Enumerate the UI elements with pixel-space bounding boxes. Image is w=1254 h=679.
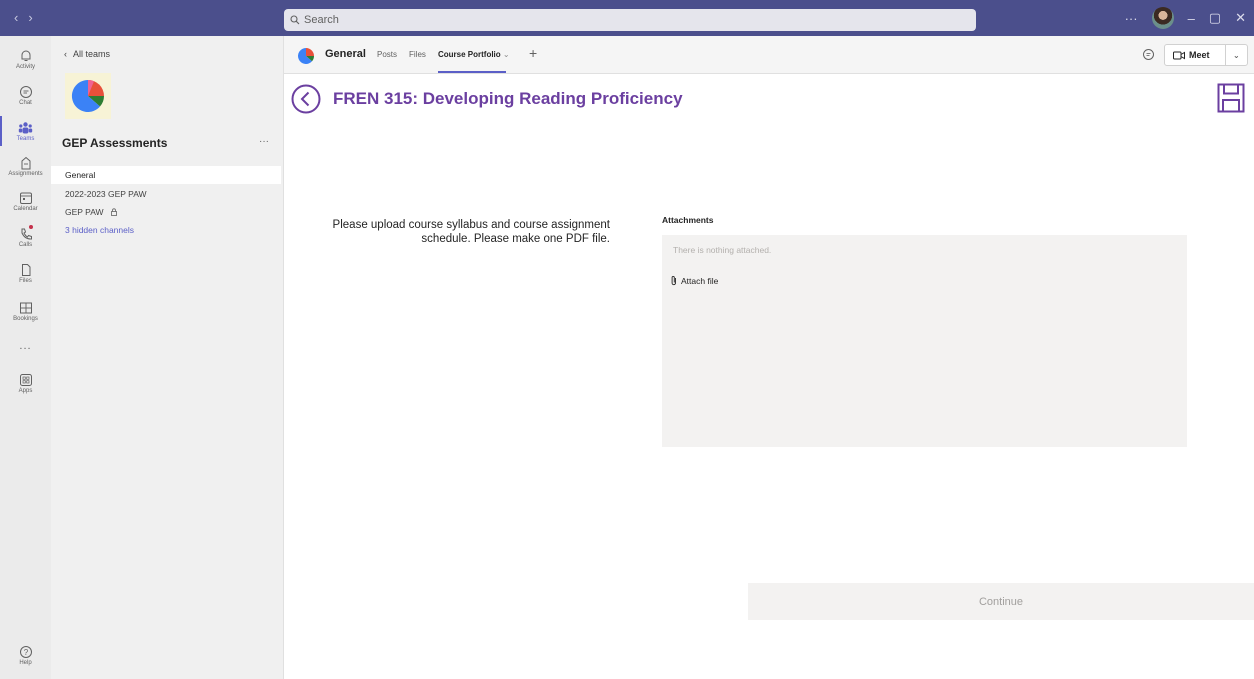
page-title: FREN 315: Developing Reading Proficiency — [333, 89, 683, 108]
channel-label: General — [65, 170, 96, 180]
rail-item-files[interactable]: Files — [0, 254, 51, 292]
rail-label-calls: Calls — [18, 241, 33, 248]
rail-item-calendar[interactable]: Calendar — [0, 182, 51, 220]
rail-label-bookings: Bookings — [13, 315, 38, 322]
channel-gep-paw[interactable]: GEP PAW — [51, 203, 281, 221]
search-placeholder: Search — [304, 14, 339, 26]
back-arrow-icon[interactable]: ‹ — [14, 10, 28, 25]
app-rail: Activity Chat Teams Assignments Calendar… — [0, 36, 51, 679]
rail-label-files: Files — [19, 277, 32, 284]
notification-dot — [29, 225, 33, 229]
rail-label-calendar: Calendar — [13, 205, 38, 212]
rail-item-assignments[interactable]: Assignments — [0, 147, 51, 185]
all-teams-link[interactable]: ‹ All teams — [64, 49, 110, 59]
title-bar: ‹› Search ··· – ▢ ✕ — [0, 0, 1254, 36]
rail-item-activity[interactable]: Activity — [0, 40, 51, 78]
rail-item-apps[interactable]: Apps — [0, 364, 51, 402]
active-tab-indicator — [438, 71, 506, 73]
bookings-icon — [19, 302, 32, 313]
channel-header: General Posts Files Course Portfolio ⌄ +… — [284, 36, 1254, 74]
save-icon[interactable] — [1217, 83, 1245, 113]
channel-title: General — [325, 48, 366, 60]
meet-now-button[interactable]: Meet — [1165, 45, 1226, 65]
rail-item-chat[interactable]: Chat — [0, 76, 51, 114]
pie-logo-icon — [71, 79, 104, 112]
channel-general[interactable]: General — [51, 166, 281, 184]
more-icon: ... — [19, 340, 32, 352]
tab-files[interactable]: Files — [409, 50, 426, 59]
more-options-icon[interactable]: ··· — [1125, 11, 1138, 26]
rail-label-apps: Apps — [18, 387, 33, 394]
meet-button[interactable]: Meet ⌄ — [1164, 44, 1248, 66]
file-icon — [21, 263, 30, 276]
maximize-icon[interactable]: ▢ — [1209, 10, 1221, 26]
teams-icon — [18, 121, 33, 133]
tab-posts[interactable]: Posts — [377, 50, 397, 59]
close-icon[interactable]: ✕ — [1235, 10, 1246, 26]
all-teams-label: All teams — [73, 49, 111, 59]
rail-item-bookings[interactable]: Bookings — [0, 292, 51, 330]
attach-file-button[interactable]: Attach file — [670, 275, 718, 286]
apps-icon — [19, 373, 32, 386]
tab-course-portfolio[interactable]: Course Portfolio ⌄ — [438, 50, 510, 59]
team-logo — [65, 73, 111, 119]
hidden-channels-link[interactable]: 3 hidden channels — [51, 221, 281, 239]
assignments-icon — [21, 156, 30, 169]
channel-label: 3 hidden channels — [65, 225, 135, 235]
rail-label-assignments: Assignments — [8, 170, 43, 177]
rail-label-help: Help — [19, 659, 32, 666]
minimize-icon[interactable]: – — [1188, 11, 1195, 26]
team-more-button[interactable]: ··· — [259, 136, 269, 147]
tab-course-portfolio-label: Course Portfolio — [438, 50, 501, 59]
avatar[interactable] — [1151, 7, 1174, 29]
channel-label: GEP PAW — [65, 207, 104, 217]
search-icon — [290, 15, 300, 25]
forward-arrow-icon[interactable]: › — [28, 10, 42, 25]
search-input[interactable]: Search — [284, 9, 976, 31]
rail-label-teams: Teams — [16, 135, 35, 142]
meet-label: Meet — [1189, 50, 1210, 60]
attachments-label: Attachments — [662, 215, 714, 225]
back-circle-icon[interactable] — [291, 84, 321, 114]
rail-label-activity: Activity — [15, 63, 35, 70]
help-icon: ? — [19, 645, 32, 658]
channel-label: 2022-2023 GEP PAW — [65, 189, 147, 199]
meet-options-chevron-icon[interactable]: ⌄ — [1226, 51, 1247, 60]
chat-icon — [19, 85, 32, 98]
chevron-down-icon: ⌄ — [502, 50, 510, 59]
attachments-box: There is nothing attached. Attach file — [662, 235, 1187, 447]
attach-file-label: Attach file — [681, 275, 719, 286]
rail-item-teams[interactable]: Teams — [0, 112, 51, 150]
rail-item-calls[interactable]: Calls — [0, 218, 51, 256]
history-nav[interactable]: ‹› — [14, 10, 43, 25]
upload-instructions: Please upload course syllabus and course… — [332, 219, 610, 245]
calendar-icon — [19, 192, 32, 204]
rail-label-chat: Chat — [19, 99, 32, 106]
attachments-empty-text: There is nothing attached. — [673, 245, 772, 255]
video-camera-icon — [1173, 51, 1185, 59]
main-content: FREN 315: Developing Reading Proficiency… — [284, 75, 1254, 679]
rail-item-help[interactable]: ? Help — [0, 636, 51, 674]
team-panel: ‹ All teams GEP Assessments ··· General … — [51, 36, 284, 679]
team-name: GEP Assessments — [62, 136, 168, 150]
chevron-left-icon: ‹ — [64, 49, 67, 59]
team-pie-icon — [298, 48, 314, 64]
lock-icon — [110, 208, 117, 216]
paperclip-icon — [671, 275, 676, 286]
channel-2022-2023-gep-paw[interactable]: 2022-2023 GEP PAW — [51, 185, 281, 203]
rail-item-more[interactable]: ... — [0, 327, 51, 365]
add-tab-button[interactable]: + — [529, 45, 537, 61]
conversation-icon[interactable] — [1142, 48, 1155, 61]
svg-text:?: ? — [23, 648, 28, 657]
continue-button[interactable]: Continue — [748, 583, 1254, 620]
bell-icon — [21, 50, 30, 61]
